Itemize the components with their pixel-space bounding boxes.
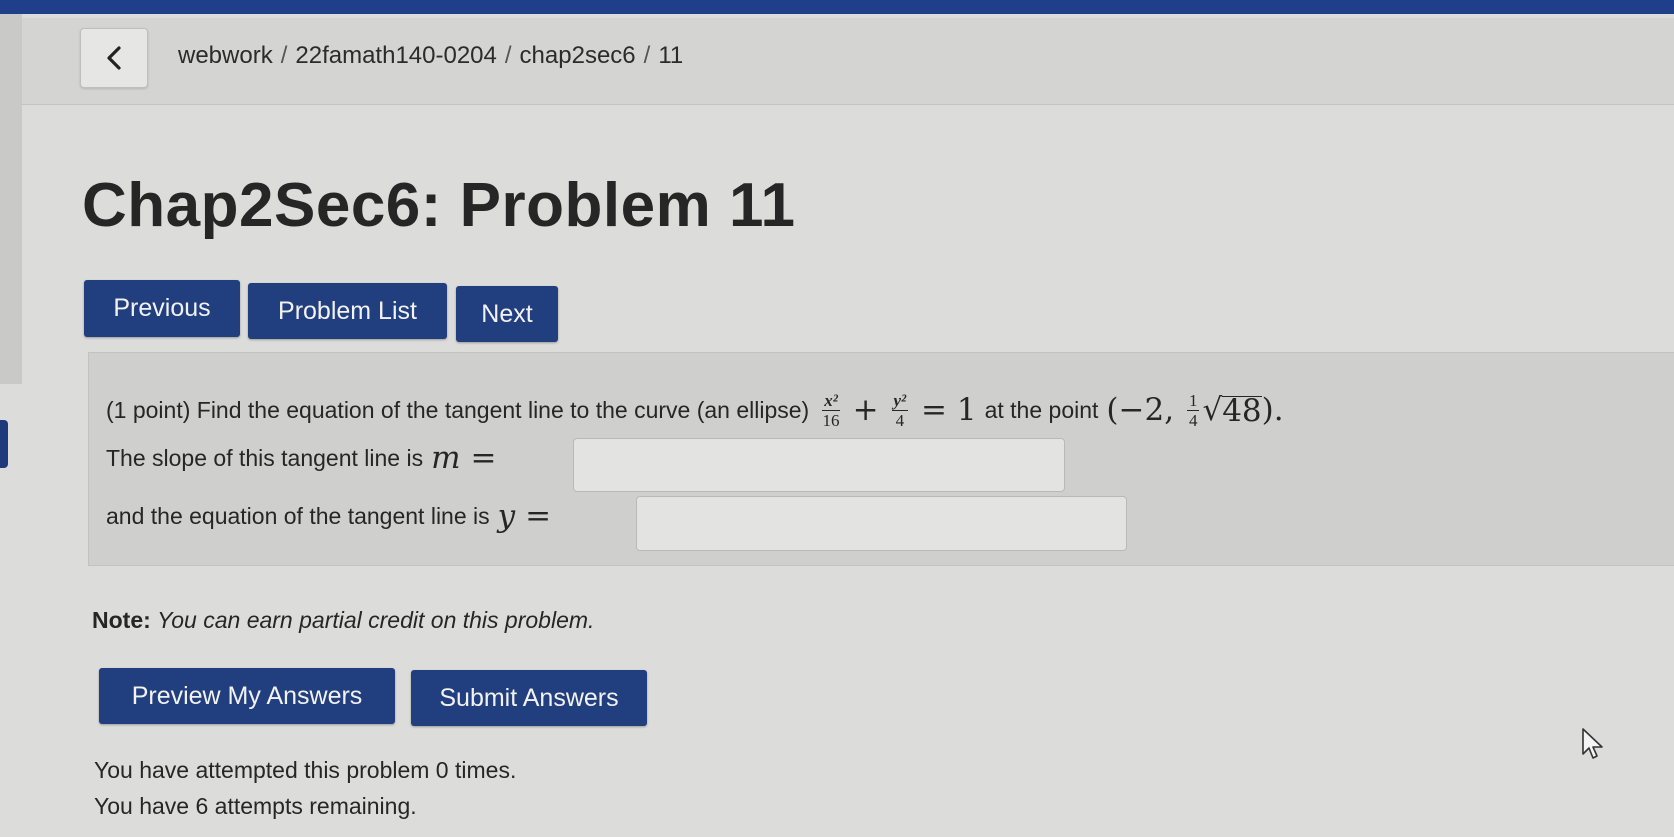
attempts-remaining-text: You have 6 attempts remaining. (94, 793, 417, 819)
equation-variable: y (497, 498, 516, 534)
problem-statement: (1 point) Find the equation of the tange… (106, 380, 1284, 440)
point-radicand: 48 (1222, 392, 1262, 429)
slope-answer-input[interactable] (573, 438, 1065, 492)
breadcrumb: webwork / 22famath140-0204 / chap2sec6 / 11 (178, 42, 683, 70)
equation-answer-input[interactable] (636, 496, 1127, 551)
at-the-point-label: at the point (984, 396, 1099, 423)
problem-list-button[interactable]: Problem List (248, 283, 447, 339)
chevron-left-icon (107, 46, 121, 70)
note-text: You can earn partial credit on this prob… (157, 607, 595, 633)
equation-label: and the equation of the tangent line is (106, 502, 490, 529)
left-gutter (0, 14, 22, 384)
page-title: Chap2Sec6: Problem 11 (82, 171, 796, 240)
slope-equals: = (470, 440, 497, 476)
breadcrumb-separator: / (504, 42, 512, 69)
sqrt-symbol: √ (1202, 392, 1223, 428)
breadcrumb-separator: / (643, 42, 651, 69)
equation-equals: = (525, 498, 552, 534)
plus-sign: + (842, 392, 889, 428)
breadcrumb-item-webwork[interactable]: webwork (178, 42, 273, 69)
slope-row: The slope of this tangent line is m = (106, 440, 496, 476)
mouse-cursor-icon (1582, 728, 1603, 759)
breadcrumb-separator: / (280, 42, 288, 69)
equals-sign: = (911, 392, 957, 428)
point-x: −2 (1118, 392, 1165, 428)
top-bar (0, 0, 1674, 14)
ellipse-rhs: 1 (956, 392, 977, 428)
sidebar-tab[interactable] (0, 420, 8, 468)
previous-button[interactable]: Previous (84, 280, 240, 337)
problem-intro: (1 point) Find the equation of the tange… (106, 396, 810, 423)
y-term-fraction: y² 4 (891, 390, 909, 430)
back-button[interactable] (80, 28, 148, 88)
x-term-fraction: x² 16 (822, 390, 840, 430)
point-expression: (−2, 1 4 √ 48). (1106, 390, 1284, 430)
submit-answers-button[interactable]: Submit Answers (411, 670, 647, 726)
slope-variable: m (431, 440, 461, 476)
preview-answers-button[interactable]: Preview My Answers (99, 668, 395, 724)
point-coef-fraction: 14 (1186, 390, 1200, 430)
next-button[interactable]: Next (456, 286, 558, 342)
breadcrumb-item-set[interactable]: chap2sec6 (520, 42, 636, 69)
breadcrumb-item-problem: 11 (658, 42, 684, 69)
note-label: Note: (92, 607, 151, 633)
partial-credit-note: Note: You can earn partial credit on thi… (92, 607, 594, 634)
equation-row: and the equation of the tangent line is … (106, 498, 551, 534)
breadcrumb-item-course[interactable]: 22famath140-0204 (295, 42, 497, 69)
slope-label: The slope of this tangent line is (106, 444, 424, 471)
attempts-made-text: You have attempted this problem 0 times. (94, 757, 517, 783)
